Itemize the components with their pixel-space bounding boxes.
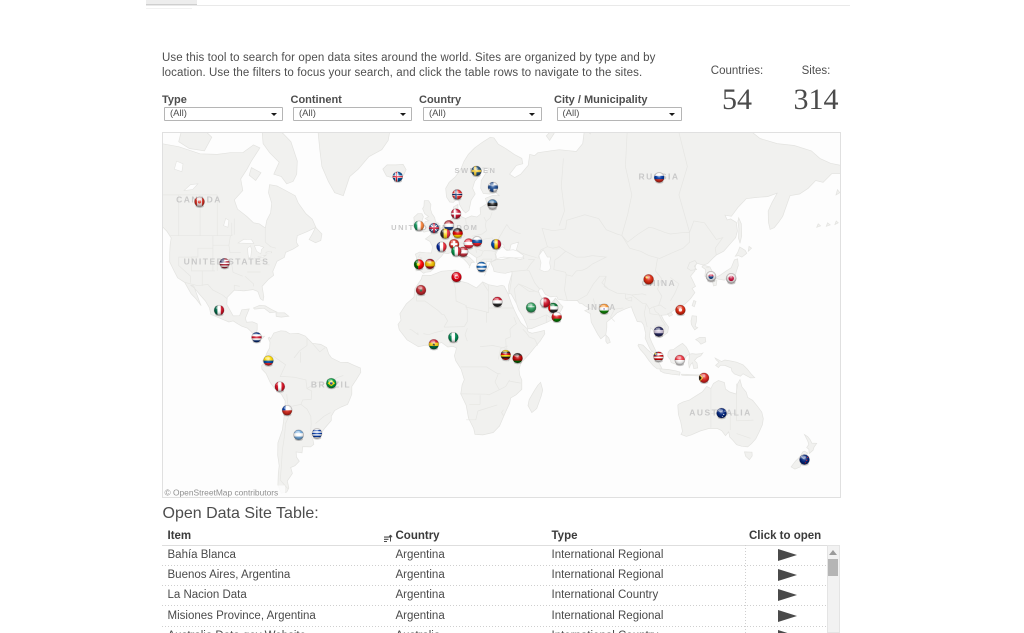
svg-text:© OpenStreetMap contributors: © OpenStreetMap contributors <box>165 487 279 497</box>
